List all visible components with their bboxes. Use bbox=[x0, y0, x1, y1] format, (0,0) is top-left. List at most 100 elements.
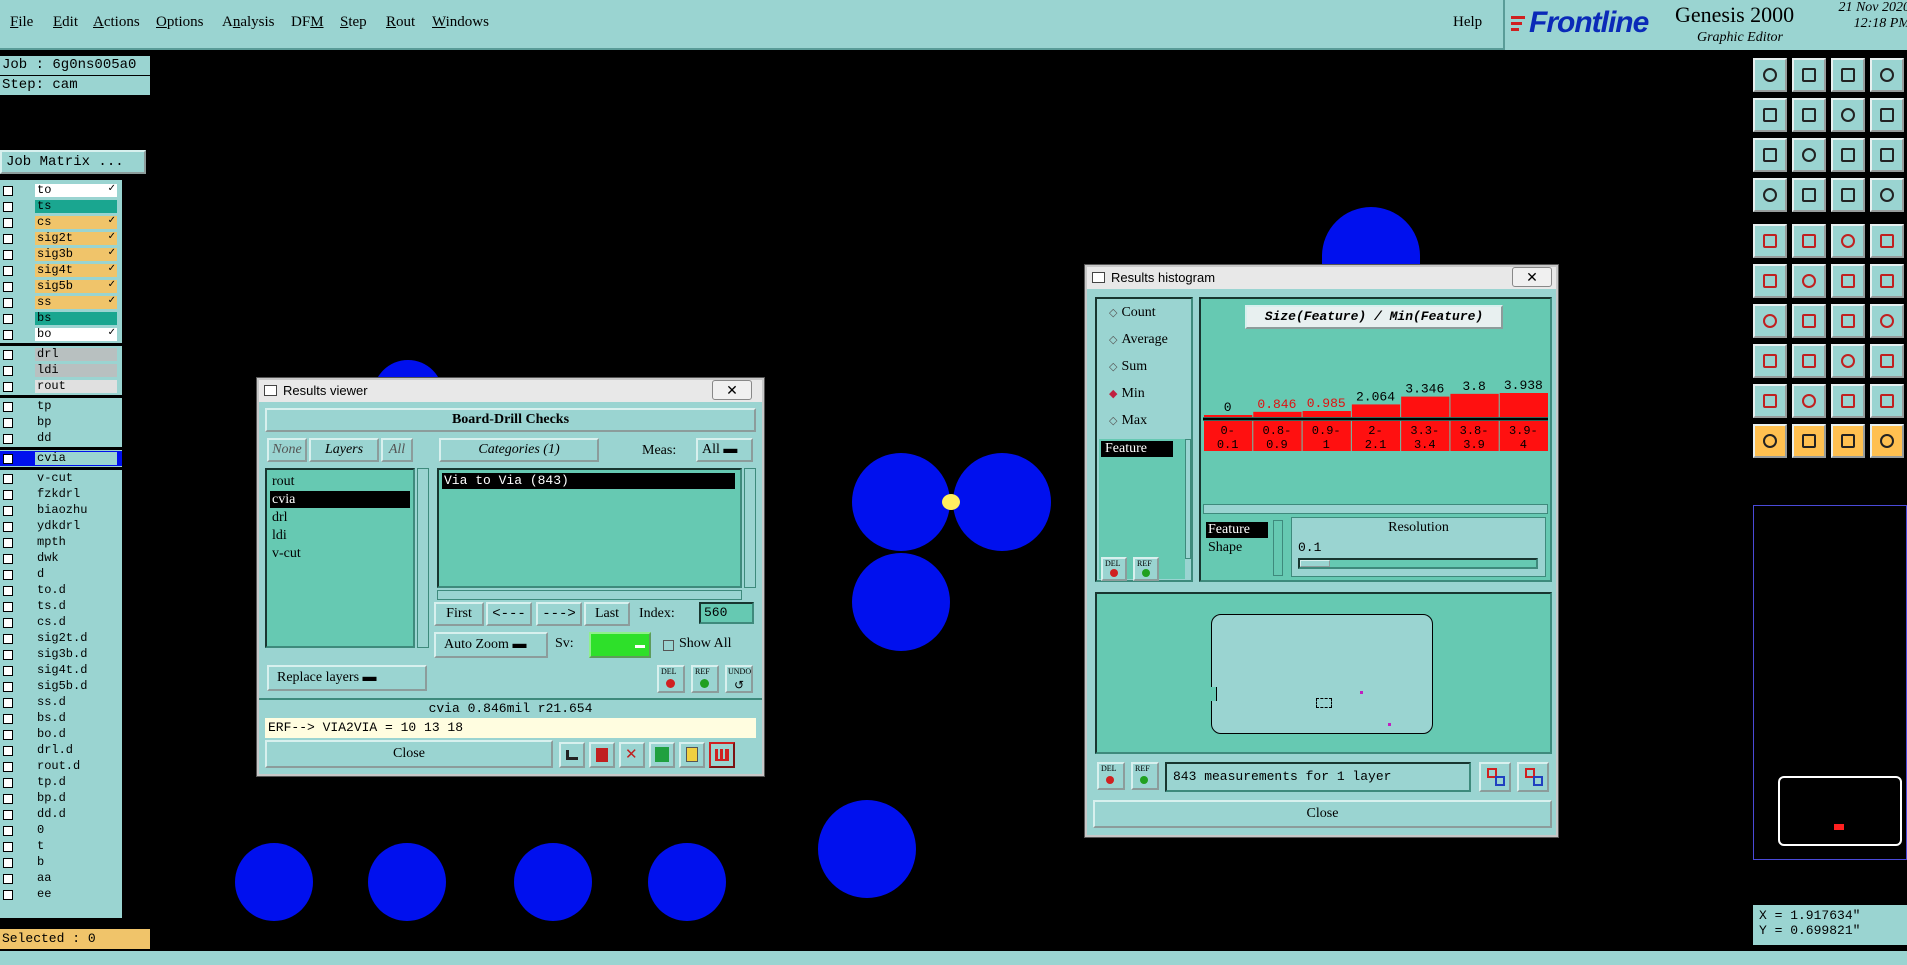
layer-checkbox[interactable] bbox=[3, 746, 13, 756]
layer-checkbox[interactable] bbox=[3, 382, 13, 392]
layer-row-cs[interactable]: cs ✓ bbox=[0, 215, 122, 230]
swap-icon[interactable] bbox=[1831, 98, 1865, 132]
tri-b-icon[interactable] bbox=[1792, 384, 1826, 418]
graph-icon[interactable] bbox=[559, 742, 585, 768]
layer-name[interactable]: tp bbox=[35, 400, 117, 413]
auto-zoom-dropdown[interactable]: Auto Zoom ▬ bbox=[434, 632, 548, 658]
layer-name[interactable]: bs bbox=[35, 312, 117, 325]
layer-name[interactable]: ts bbox=[35, 200, 117, 213]
ruler-icon[interactable] bbox=[1831, 224, 1865, 258]
feature-type-selected[interactable]: Feature bbox=[1206, 522, 1268, 538]
histogram-titlebar[interactable]: Results histogram bbox=[1087, 267, 1556, 289]
undo-button[interactable]: UNDO ↺ bbox=[725, 665, 753, 693]
layer-row-cs.d[interactable]: cs.d bbox=[0, 615, 122, 630]
menu-windows[interactable]: Windows bbox=[432, 14, 489, 31]
layer-checkbox[interactable] bbox=[3, 366, 13, 376]
layer-checkbox[interactable] bbox=[3, 714, 13, 724]
layer-checkbox[interactable] bbox=[3, 202, 13, 212]
layer-row-mpth[interactable]: mpth bbox=[0, 535, 122, 550]
layer-checkbox[interactable] bbox=[3, 418, 13, 428]
layer-row-aa[interactable]: aa bbox=[0, 871, 122, 886]
resolution-slider[interactable] bbox=[1298, 558, 1538, 569]
measure-icon[interactable] bbox=[1753, 224, 1787, 258]
layer-row-ts[interactable]: ts bbox=[0, 199, 122, 214]
histogram-bar[interactable] bbox=[1302, 410, 1351, 417]
job-matrix-button[interactable]: Job Matrix ... bbox=[0, 150, 146, 174]
layer-name[interactable]: ldi bbox=[35, 364, 117, 377]
layer-row-ldi[interactable]: ldi bbox=[0, 363, 122, 378]
option-count[interactable]: ◇ Count bbox=[1109, 305, 1156, 321]
menu-options[interactable]: Options bbox=[156, 14, 204, 31]
layer-checkbox[interactable] bbox=[3, 474, 13, 484]
layer-row-ss[interactable]: ss ✓ bbox=[0, 295, 122, 310]
blank-icon[interactable] bbox=[1792, 178, 1826, 212]
layer-checkbox[interactable] bbox=[3, 698, 13, 708]
first-button[interactable]: First bbox=[434, 602, 484, 626]
layer-name[interactable]: ss.d bbox=[35, 696, 117, 709]
layer-row-dd.d[interactable]: dd.d bbox=[0, 807, 122, 822]
layer-name[interactable]: cvia bbox=[35, 452, 117, 465]
histogram-bar[interactable] bbox=[1499, 393, 1548, 417]
histogram-bar[interactable] bbox=[1204, 415, 1253, 417]
layer-checkbox[interactable] bbox=[3, 314, 13, 324]
save-icon[interactable] bbox=[1792, 58, 1826, 92]
category-scrollbar[interactable] bbox=[744, 468, 756, 588]
layer-row-dwk[interactable]: dwk bbox=[0, 551, 122, 566]
layer-checkbox[interactable] bbox=[3, 186, 13, 196]
layer-name[interactable]: bo.d bbox=[35, 728, 117, 741]
copy-icon[interactable] bbox=[1753, 344, 1787, 378]
histogram-bar[interactable] bbox=[1253, 411, 1302, 417]
layer-checkbox[interactable] bbox=[3, 522, 13, 532]
tri-d-icon[interactable] bbox=[1870, 384, 1904, 418]
layer-checkbox[interactable] bbox=[3, 618, 13, 628]
none-button[interactable]: None bbox=[267, 438, 307, 462]
import-icon[interactable] bbox=[1517, 762, 1549, 792]
layer-row-bo[interactable]: bo ✓ bbox=[0, 327, 122, 342]
layer-checkbox[interactable] bbox=[3, 810, 13, 820]
layer-name[interactable]: to.d bbox=[35, 584, 117, 597]
layer-row-ss.d[interactable]: ss.d bbox=[0, 695, 122, 710]
help-menu[interactable]: Help bbox=[1453, 14, 1482, 31]
layer-row-d[interactable]: d bbox=[0, 567, 122, 582]
layer-name[interactable]: bp.d bbox=[35, 792, 117, 805]
step-fwd-icon[interactable] bbox=[1792, 98, 1826, 132]
layer-row-sig2t[interactable]: sig2t ✓ bbox=[0, 231, 122, 246]
layer-result-item[interactable]: drl bbox=[270, 509, 410, 526]
mini-map[interactable] bbox=[1753, 505, 1907, 860]
close-button[interactable]: Close bbox=[265, 740, 553, 768]
layer-checkbox[interactable] bbox=[3, 490, 13, 500]
layer-result-item[interactable]: cvia bbox=[270, 491, 410, 508]
layer-checkbox[interactable] bbox=[3, 634, 13, 644]
layer-row-fzkdrl[interactable]: fzkdrl bbox=[0, 487, 122, 502]
category-hscrollbar[interactable] bbox=[437, 590, 742, 600]
board-preview[interactable] bbox=[1095, 592, 1552, 754]
link-icon[interactable] bbox=[1870, 98, 1904, 132]
layer-row-to[interactable]: to ✓ bbox=[0, 183, 122, 198]
layer-row-bo.d[interactable]: bo.d bbox=[0, 727, 122, 742]
close-icon[interactable]: ✕ bbox=[712, 380, 752, 400]
layer-name[interactable]: ee bbox=[35, 888, 117, 901]
layer-row-to.d[interactable]: to.d bbox=[0, 583, 122, 598]
layer-name[interactable]: fzkdrl bbox=[35, 488, 117, 501]
del-button[interactable]: DEL bbox=[1097, 762, 1125, 790]
layer-checkbox[interactable] bbox=[3, 554, 13, 564]
layer-name[interactable]: sig4t bbox=[35, 264, 117, 277]
node-icon[interactable] bbox=[1753, 264, 1787, 298]
menu-step[interactable]: Step bbox=[340, 14, 367, 31]
layer-checkbox[interactable] bbox=[3, 218, 13, 228]
layer-checkbox[interactable] bbox=[3, 570, 13, 580]
layer-name[interactable]: cs.d bbox=[35, 616, 117, 629]
category-list[interactable]: Via to Via (843) bbox=[437, 468, 742, 588]
line-a-icon[interactable] bbox=[1753, 304, 1787, 338]
category-item[interactable]: Via to Via (843) bbox=[442, 473, 735, 489]
ratio-icon[interactable] bbox=[1831, 138, 1865, 172]
export-icon[interactable] bbox=[1479, 762, 1511, 792]
layer-row-sig4t.d[interactable]: sig4t.d bbox=[0, 663, 122, 678]
layer-row-dd[interactable]: dd bbox=[0, 431, 122, 446]
layer-row-v-cut[interactable]: v-cut bbox=[0, 471, 122, 486]
layer-name[interactable]: sig4t.d bbox=[35, 664, 117, 677]
del-button[interactable]: DEL bbox=[657, 665, 685, 693]
del-button[interactable]: DEL bbox=[1101, 557, 1127, 581]
all-button[interactable]: All bbox=[381, 438, 413, 462]
grid-icon[interactable] bbox=[1870, 58, 1904, 92]
